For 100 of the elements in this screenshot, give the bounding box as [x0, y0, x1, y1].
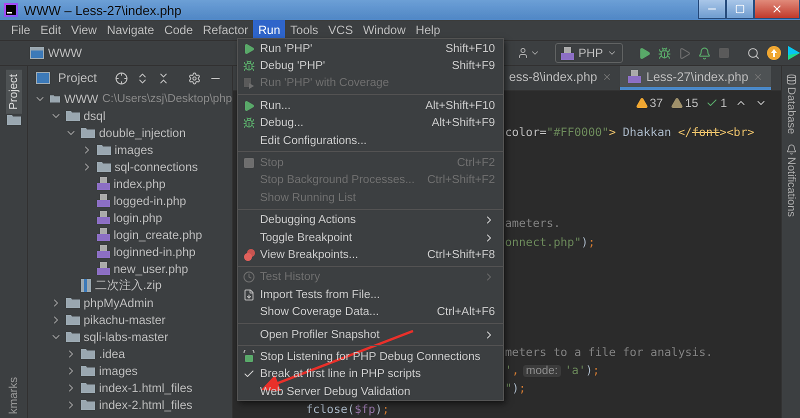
project-icon [36, 72, 50, 84]
menu-item[interactable]: View [66, 20, 102, 40]
php-file-icon [96, 177, 110, 190]
tree-item[interactable]: WWW [64, 92, 98, 106]
folder-icon [66, 331, 80, 342]
menu-item[interactable]: Show Coverage Data... Ctrl+Alt+F6 [238, 303, 503, 321]
folder-path: C:\Users\zsj\Desktop\php [102, 92, 232, 104]
bell-icon [786, 144, 796, 156]
code-line: ameters. [505, 216, 560, 230]
tree-item[interactable]: loginned-in.php [114, 244, 196, 258]
tool-window-tab[interactable]: kmarks [6, 372, 22, 418]
bug-icon [243, 117, 255, 130]
menu-item[interactable]: Toggle Breakpoint [238, 228, 503, 246]
tree-item[interactable]: index.php [114, 176, 166, 190]
menu-item[interactable]: Open Profiler Snapshot [238, 326, 503, 344]
folder-icon [96, 161, 110, 172]
menu-item[interactable]: Debug... Alt+Shift+F9 [238, 114, 503, 132]
user-icon [517, 47, 530, 59]
tree-item[interactable]: login.php [114, 210, 162, 224]
php-file-icon [96, 245, 110, 258]
close-icon [602, 72, 612, 82]
menu-item[interactable]: Edit [35, 20, 66, 40]
tree-item[interactable]: .idea [99, 346, 126, 360]
menu-item[interactable]: Help [410, 20, 446, 40]
menu-item[interactable]: Edit Configurations... [238, 132, 503, 150]
window-title: WWW – Less-27\index.php [24, 2, 182, 18]
tree-item[interactable]: images [99, 364, 138, 378]
menu-item[interactable]: Debug 'PHP' Shift+F9 [238, 57, 503, 75]
menu-item[interactable]: File [6, 20, 36, 40]
close-icon [753, 72, 764, 82]
debug-icon[interactable] [658, 46, 671, 60]
inspection-count[interactable]: 37 [636, 96, 663, 110]
app-logo-icon [4, 3, 18, 17]
close-button[interactable] [754, 0, 800, 19]
menu-item[interactable]: Run 'PHP' Shift+F10 [238, 40, 503, 58]
menu-item[interactable]: Code [159, 20, 198, 40]
folder-icon [66, 297, 80, 308]
tree-item[interactable]: index-2.html_files [99, 398, 192, 412]
tree-item[interactable]: login_create.php [114, 228, 202, 242]
inspection-count[interactable]: 1 [706, 96, 727, 110]
folder-icon [81, 127, 95, 138]
breadcrumb[interactable]: WWW [48, 46, 82, 60]
menu-item[interactable]: View Breakpoints... Ctrl+Shift+F8 [238, 246, 503, 264]
tree-item[interactable]: logged-in.php [114, 194, 186, 208]
locate-icon[interactable] [114, 72, 128, 84]
import-icon [243, 288, 255, 301]
minimize-button[interactable] [698, 0, 726, 19]
tool-window-tab[interactable]: Notifications [785, 157, 797, 218]
tree-item[interactable]: phpMyAdmin [84, 296, 154, 310]
tree-item[interactable]: double_injection [99, 126, 186, 140]
php-file-icon [96, 262, 110, 275]
module-icon [30, 47, 44, 59]
folder-icon [66, 314, 80, 325]
settings-icon[interactable] [188, 72, 201, 84]
folder-icon [81, 365, 95, 376]
update-icon[interactable] [767, 46, 781, 60]
tree-item[interactable]: images [114, 142, 154, 156]
breakpoints-icon [242, 248, 256, 261]
php-file-icon [96, 194, 110, 207]
menu-item[interactable]: VCS [323, 20, 358, 40]
menu-item[interactable]: Navigate [102, 20, 160, 40]
tool-window-tab[interactable]: Project [6, 70, 22, 114]
menu-item[interactable]: Refactor [198, 20, 254, 40]
php-file-icon [561, 46, 574, 60]
php-file-icon [96, 228, 110, 241]
folder-icon [81, 382, 95, 393]
run-configuration-dropdown[interactable]: PHP [555, 43, 623, 63]
stop-icon [243, 157, 255, 170]
close-icon [771, 3, 783, 15]
folder-icon [96, 144, 110, 155]
folder-icon [81, 348, 95, 359]
search-icon[interactable] [747, 46, 760, 60]
menu-item[interactable]: Import Tests from File... [238, 286, 503, 304]
editor-tab[interactable]: ess-8\index.php [501, 66, 620, 90]
folder-icon [50, 93, 60, 104]
folder-icon [66, 110, 80, 121]
code-line: ', mode: 'a'); [505, 362, 600, 377]
menu-item[interactable]: Tools [285, 20, 324, 40]
tree-item[interactable]: sqli-labs-master [84, 330, 168, 344]
run-icon[interactable] [638, 46, 651, 60]
menu-item[interactable]: Run [253, 20, 286, 40]
maximize-button[interactable] [726, 0, 754, 19]
toolbox-logo-icon[interactable] [788, 46, 800, 60]
tree-item[interactable]: new_user.php [114, 262, 188, 276]
code-line: onnect.php"); [505, 234, 596, 249]
menu-item[interactable]: Window [358, 20, 411, 40]
tree-item[interactable]: dsql [84, 108, 106, 122]
editor-tab[interactable]: Less-27\index.php [620, 66, 772, 90]
tree-item[interactable]: sql-connections [114, 160, 198, 174]
bug-icon [243, 60, 255, 72]
play-icon [243, 42, 255, 55]
tree-item[interactable]: pikachu-master [84, 312, 166, 326]
archive-file-icon [81, 279, 91, 292]
inspection-count[interactable]: 15 [670, 96, 698, 110]
menu-item[interactable]: Run... Alt+Shift+F10 [238, 97, 503, 115]
tree-item[interactable]: 二次注入.zip [95, 277, 162, 294]
tool-window-tab[interactable]: Database [785, 87, 797, 134]
panel-title[interactable]: Project [58, 71, 97, 85]
tree-item[interactable]: index-1.html_files [99, 380, 192, 394]
menu-item[interactable]: Debugging Actions [238, 212, 503, 229]
